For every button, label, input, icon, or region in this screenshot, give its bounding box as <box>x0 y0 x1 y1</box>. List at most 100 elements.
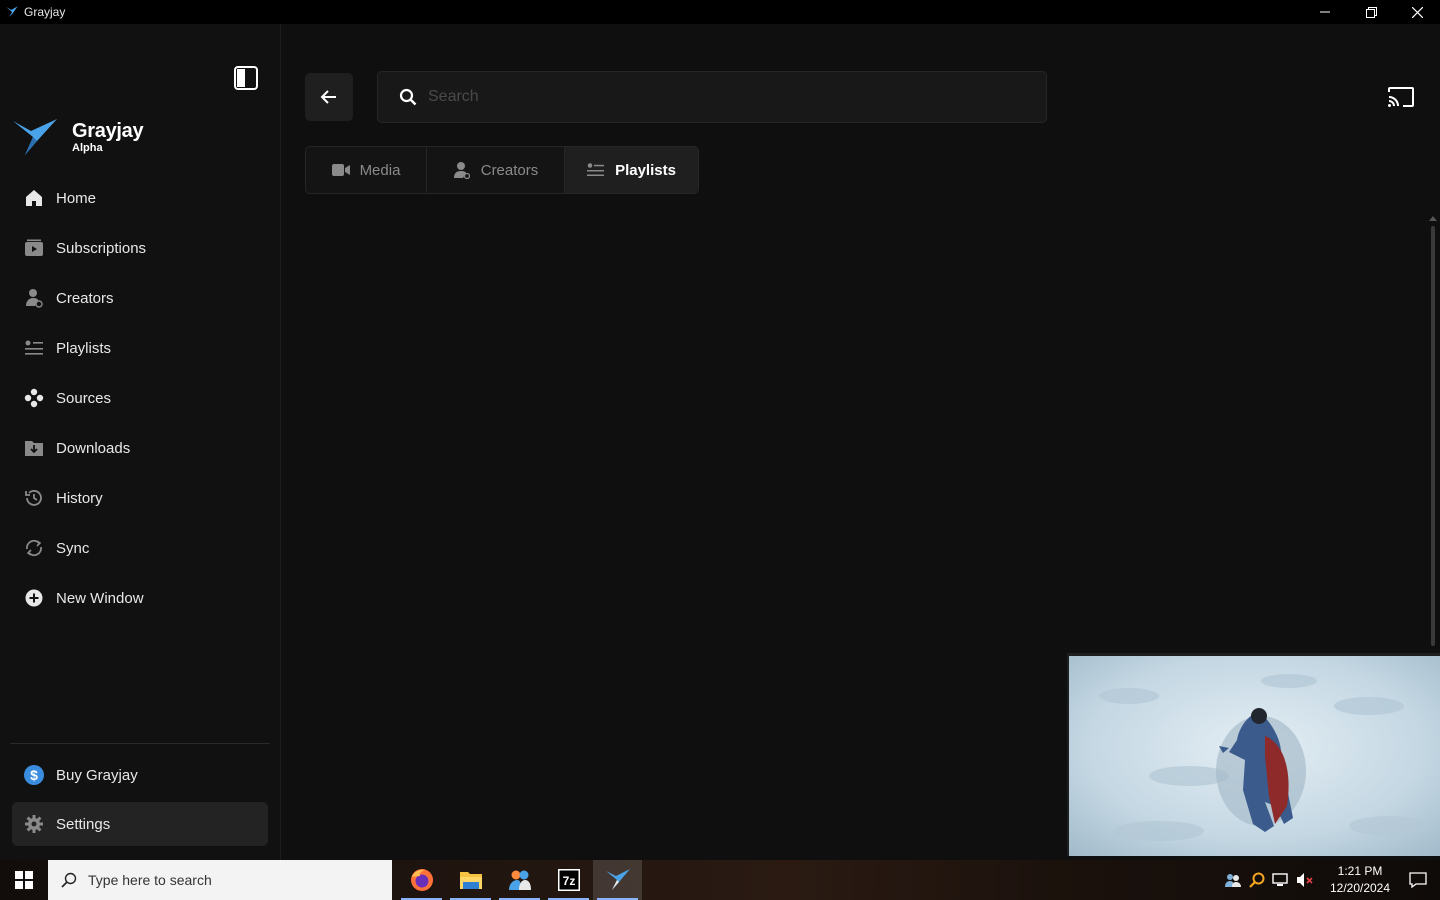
windows-icon <box>15 871 33 889</box>
vertical-scrollbar[interactable] <box>1428 216 1437 652</box>
back-button[interactable] <box>305 73 353 121</box>
cast-button[interactable] <box>1385 84 1417 110</box>
list-icon <box>587 161 605 179</box>
start-button[interactable] <box>0 860 48 900</box>
search-icon <box>60 871 78 889</box>
tab-playlists-label: Playlists <box>615 161 676 179</box>
sidebar-item-sync[interactable]: Sync <box>12 526 268 570</box>
svg-text:$: $ <box>30 767 38 783</box>
video-thumbnail <box>1069 656 1440 856</box>
sidebar-divider <box>10 743 270 744</box>
taskbar-app-people[interactable] <box>495 860 544 900</box>
logo-name: Grayjay <box>72 119 144 142</box>
playlists-icon <box>24 338 44 358</box>
creators-icon <box>24 288 44 308</box>
grayjay-logo-icon <box>13 119 57 155</box>
person-icon <box>453 161 471 179</box>
downloads-icon <box>24 438 44 458</box>
clock-date: 12/20/2024 <box>1329 881 1391 895</box>
search-bar <box>377 71 1047 123</box>
sidebar-item-label: History <box>56 489 103 507</box>
taskbar-app-file-explorer[interactable] <box>446 860 495 900</box>
sidebar-item-downloads[interactable]: Downloads <box>12 426 268 470</box>
scrollbar-thumb[interactable] <box>1431 226 1435 646</box>
sources-icon <box>24 388 44 408</box>
search-input[interactable] <box>428 88 1008 106</box>
sidebar-item-new-window[interactable]: New Window <box>12 576 268 620</box>
notification-icon <box>1409 872 1427 888</box>
sidebar-item-history[interactable]: History <box>12 476 268 520</box>
sidebar-item-home[interactable]: Home <box>12 176 268 220</box>
sidebar-item-label: Playlists <box>56 339 112 357</box>
minimize-button[interactable] <box>1302 0 1348 24</box>
search-icon <box>398 87 418 107</box>
gear-icon <box>24 814 44 834</box>
sidebar-item-subscriptions[interactable]: Subscriptions <box>12 226 268 270</box>
mini-player-video[interactable] <box>1067 653 1440 856</box>
7zip-icon: 7z <box>557 869 580 891</box>
close-icon <box>1411 6 1423 18</box>
title-bar: Grayjay <box>0 0 1440 24</box>
tab-creators-label: Creators <box>480 161 539 179</box>
camera-icon <box>331 161 350 179</box>
home-icon <box>24 188 44 208</box>
sidebar-toggle-icon <box>234 66 258 90</box>
sidebar-item-label: Sync <box>56 539 90 557</box>
taskbar: Type here to search 7z 1:21 PM 12/20/202… <box>0 860 1440 900</box>
sidebar-item-label: Downloads <box>56 439 131 457</box>
grayjay-app-icon <box>6 6 18 17</box>
taskbar-search[interactable]: Type here to search <box>48 860 392 900</box>
tab-media-label: Media <box>359 161 401 179</box>
tray-people-icon[interactable] <box>1222 860 1244 900</box>
settings-button[interactable]: Settings <box>12 802 268 846</box>
network-icon[interactable] <box>1270 860 1292 900</box>
sidebar-item-playlists[interactable]: Playlists <box>12 326 268 370</box>
tab-playlists[interactable]: Playlists <box>565 147 698 193</box>
sidebar-item-sources[interactable]: Sources <box>12 376 268 420</box>
sidebar-item-label: Home <box>56 189 97 207</box>
sidebar-item-label: Subscriptions <box>56 239 147 257</box>
settings-label: Settings <box>56 815 111 833</box>
logo-sub: Alpha <box>72 141 103 154</box>
maximize-button[interactable] <box>1348 0 1394 24</box>
system-tray: 1:21 PM 12/20/2024 <box>1222 860 1440 900</box>
sync-icon <box>24 538 44 558</box>
sidebar: Grayjay Alpha Home Subscriptions Creator… <box>0 24 281 860</box>
window-controls <box>1302 0 1440 24</box>
restore-icon <box>1365 6 1377 18</box>
clock-time: 1:21 PM <box>1337 864 1383 878</box>
grayjay-icon <box>605 869 630 890</box>
taskbar-app-7zip[interactable]: 7z <box>544 860 593 900</box>
taskbar-search-placeholder: Type here to search <box>88 872 212 888</box>
sidebar-toggle-button[interactable] <box>233 65 259 91</box>
cast-icon <box>1388 87 1414 107</box>
clock[interactable]: 1:21 PM 12/20/2024 <box>1324 863 1396 897</box>
sidebar-item-creators[interactable]: Creators <box>12 276 268 320</box>
tray-search-icon[interactable] <box>1246 860 1268 900</box>
taskbar-app-firefox[interactable] <box>397 860 446 900</box>
sidebar-item-label: Sources <box>56 389 112 407</box>
svg-text:7z: 7z <box>562 874 575 888</box>
arrow-left-icon <box>320 90 336 104</box>
volume-muted-icon[interactable] <box>1294 860 1316 900</box>
dollar-icon: $ <box>24 765 44 785</box>
taskbar-app-grayjay[interactable] <box>593 860 642 900</box>
notification-center-button[interactable] <box>1396 860 1440 900</box>
history-icon <box>24 488 44 508</box>
sidebar-item-label: Creators <box>56 289 114 307</box>
new-window-icon <box>24 588 44 608</box>
logo: Grayjay Alpha <box>13 117 144 157</box>
buy-grayjay-button[interactable]: $ Buy Grayjay <box>12 753 268 797</box>
window-title: Grayjay <box>24 5 66 19</box>
tab-creators[interactable]: Creators <box>427 147 565 193</box>
sidebar-item-label: New Window <box>56 589 144 607</box>
search-type-tabs: Media Creators Playlists <box>305 146 699 194</box>
scroll-up-arrow-icon[interactable] <box>1429 216 1437 221</box>
buy-grayjay-label: Buy Grayjay <box>56 766 138 784</box>
app-icon <box>508 870 531 890</box>
tab-media[interactable]: Media <box>306 147 427 193</box>
firefox-icon <box>410 869 433 891</box>
close-button[interactable] <box>1394 0 1440 24</box>
file-explorer-icon <box>459 872 482 889</box>
subscriptions-icon <box>24 238 44 258</box>
